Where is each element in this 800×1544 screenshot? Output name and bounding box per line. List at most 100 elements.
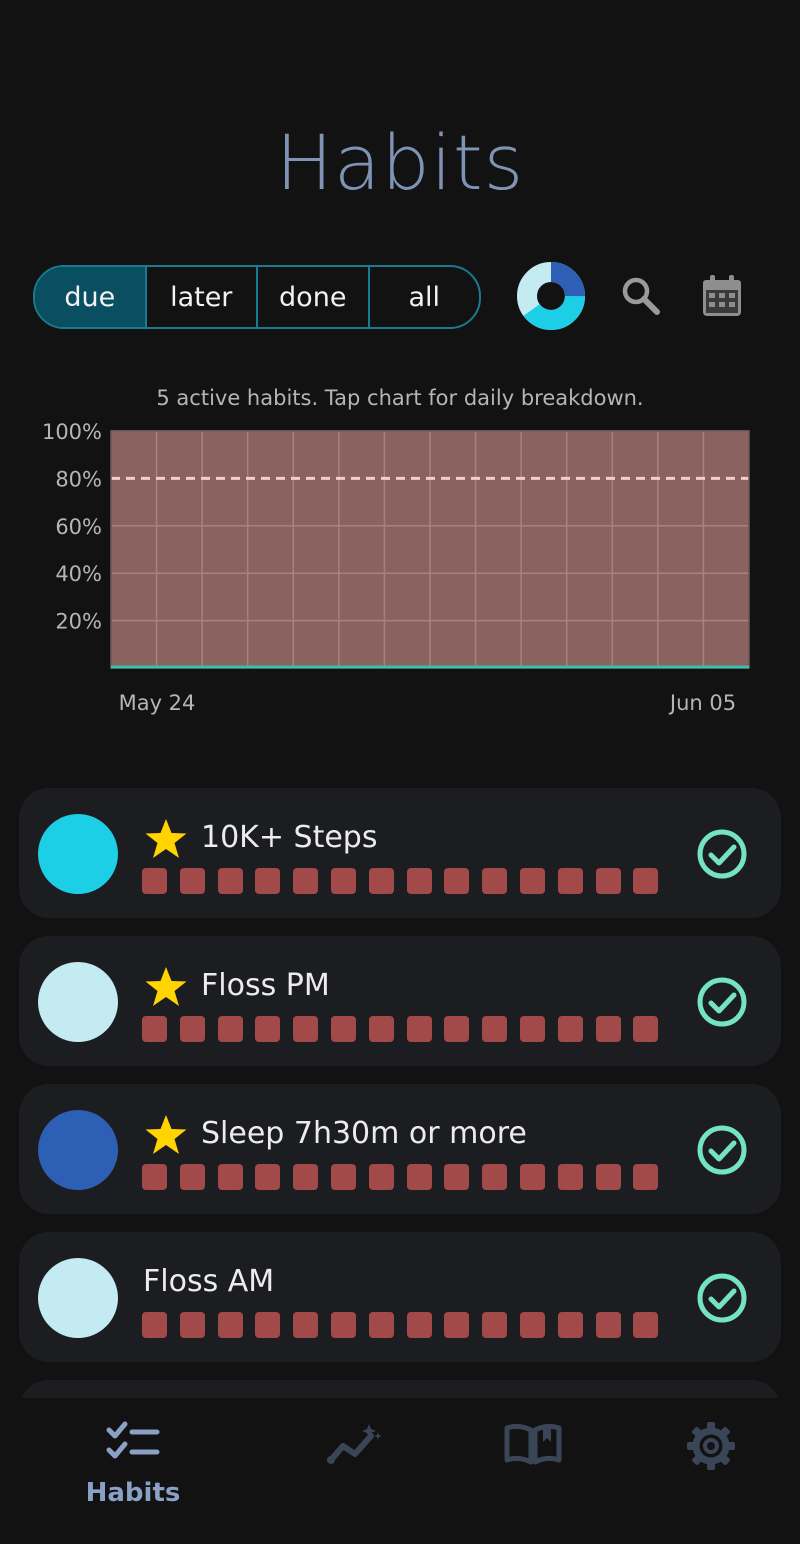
history-day-missed[interactable] xyxy=(330,1164,356,1190)
history-day-missed[interactable] xyxy=(557,868,583,894)
journal-book-icon xyxy=(504,1423,562,1465)
check-circle-icon[interactable] xyxy=(696,1272,748,1324)
history-day-missed[interactable] xyxy=(217,1164,243,1190)
history-day-missed[interactable] xyxy=(557,1312,583,1338)
habit-name: Floss AM xyxy=(143,1264,275,1299)
habit-card[interactable]: Sleep 7h30m or more xyxy=(19,1084,781,1214)
history-day-missed[interactable] xyxy=(255,1164,281,1190)
history-day-missed[interactable] xyxy=(368,1164,394,1190)
habit-history-strip xyxy=(142,1164,671,1190)
history-day-missed[interactable] xyxy=(557,1016,583,1042)
habit-color-dot[interactable] xyxy=(38,962,118,1042)
history-day-missed[interactable] xyxy=(255,868,281,894)
history-day-missed[interactable] xyxy=(482,868,508,894)
history-day-missed[interactable] xyxy=(595,1164,621,1190)
history-day-missed[interactable] xyxy=(368,868,394,894)
history-day-missed[interactable] xyxy=(293,1016,319,1042)
history-day-missed[interactable] xyxy=(330,868,356,894)
habit-color-dot[interactable] xyxy=(38,814,118,894)
history-day-missed[interactable] xyxy=(444,1164,470,1190)
habits-list-icon xyxy=(106,1421,160,1459)
history-day-missed[interactable] xyxy=(330,1016,356,1042)
y-tick-label: 20% xyxy=(55,610,102,634)
filter-due-button[interactable]: due xyxy=(35,267,145,327)
history-day-missed[interactable] xyxy=(255,1016,281,1042)
history-day-missed[interactable] xyxy=(330,1312,356,1338)
history-day-missed[interactable] xyxy=(633,868,659,894)
calendar-icon xyxy=(703,275,741,316)
nav-journal-tab[interactable] xyxy=(473,1420,593,1530)
history-day-missed[interactable] xyxy=(519,1312,545,1338)
history-day-missed[interactable] xyxy=(519,1164,545,1190)
nav-trends-tab[interactable] xyxy=(295,1420,415,1530)
x-tick-label: Jun 05 xyxy=(668,691,736,715)
history-day-missed[interactable] xyxy=(142,868,167,894)
history-day-missed[interactable] xyxy=(368,1312,394,1338)
donut-chart-icon[interactable] xyxy=(515,260,587,332)
history-day-missed[interactable] xyxy=(633,1016,659,1042)
history-day-missed[interactable] xyxy=(482,1312,508,1338)
history-day-missed[interactable] xyxy=(179,1016,205,1042)
history-day-missed[interactable] xyxy=(557,1164,583,1190)
x-tick-label: May 24 xyxy=(119,691,196,715)
history-day-missed[interactable] xyxy=(142,1164,167,1190)
nav-habits-tab[interactable]: Habits xyxy=(73,1420,193,1530)
history-day-missed[interactable] xyxy=(444,1312,470,1338)
history-day-missed[interactable] xyxy=(519,868,545,894)
history-day-missed[interactable] xyxy=(255,1312,281,1338)
history-day-missed[interactable] xyxy=(482,1164,508,1190)
history-day-missed[interactable] xyxy=(217,1312,243,1338)
filter-done-button[interactable]: done xyxy=(256,267,368,327)
filter-segmented-control: due later done all xyxy=(33,265,481,329)
history-day-missed[interactable] xyxy=(368,1016,394,1042)
history-day-missed[interactable] xyxy=(179,868,205,894)
habit-name: Sleep 7h30m or more xyxy=(201,1116,527,1151)
history-day-missed[interactable] xyxy=(444,868,470,894)
habit-card[interactable]: Floss AM xyxy=(19,1232,781,1362)
history-day-missed[interactable] xyxy=(406,868,432,894)
y-tick-label: 40% xyxy=(55,562,102,586)
filter-later-button[interactable]: later xyxy=(144,267,257,327)
habit-name: Floss PM xyxy=(201,968,330,1003)
y-tick-label: 100% xyxy=(42,420,102,444)
check-circle-icon[interactable] xyxy=(696,828,748,880)
calendar-button[interactable] xyxy=(694,268,750,324)
history-day-missed[interactable] xyxy=(217,868,243,894)
history-day-missed[interactable] xyxy=(293,1312,319,1338)
history-day-missed[interactable] xyxy=(595,868,621,894)
star-icon xyxy=(145,819,187,858)
history-day-missed[interactable] xyxy=(406,1016,432,1042)
history-day-missed[interactable] xyxy=(179,1312,205,1338)
history-day-missed[interactable] xyxy=(633,1164,659,1190)
history-day-missed[interactable] xyxy=(406,1312,432,1338)
history-day-missed[interactable] xyxy=(595,1016,621,1042)
completion-chart-container[interactable]: 100% 80% 60% 40% 20% May 24 Jun 05 xyxy=(0,418,800,728)
habit-card[interactable]: 10K+ Steps xyxy=(19,788,781,918)
search-icon xyxy=(622,277,660,315)
filter-all-button[interactable]: all xyxy=(367,267,480,327)
search-button[interactable] xyxy=(613,268,669,324)
history-day-missed[interactable] xyxy=(293,1164,319,1190)
check-circle-icon[interactable] xyxy=(696,976,748,1028)
history-day-missed[interactable] xyxy=(142,1312,167,1338)
summary-caption: 5 active habits. Tap chart for daily bre… xyxy=(156,386,644,410)
nav-settings-tab[interactable] xyxy=(651,1420,771,1530)
nav-habits-label: Habits xyxy=(85,1478,181,1508)
habit-history-strip xyxy=(142,1016,671,1042)
history-day-missed[interactable] xyxy=(519,1016,545,1042)
check-circle-icon[interactable] xyxy=(696,1124,748,1176)
history-day-missed[interactable] xyxy=(633,1312,659,1338)
habit-card[interactable]: Floss PM xyxy=(19,936,781,1066)
habit-color-dot[interactable] xyxy=(38,1110,118,1190)
history-day-missed[interactable] xyxy=(406,1164,432,1190)
history-day-missed[interactable] xyxy=(293,868,319,894)
history-day-missed[interactable] xyxy=(595,1312,621,1338)
history-day-missed[interactable] xyxy=(444,1016,470,1042)
star-icon xyxy=(145,967,187,1006)
history-day-missed[interactable] xyxy=(217,1016,243,1042)
habit-color-dot[interactable] xyxy=(38,1258,118,1338)
completion-chart[interactable]: 100% 80% 60% 40% 20% May 24 Jun 05 xyxy=(0,418,800,728)
history-day-missed[interactable] xyxy=(142,1016,167,1042)
history-day-missed[interactable] xyxy=(179,1164,205,1190)
history-day-missed[interactable] xyxy=(482,1016,508,1042)
